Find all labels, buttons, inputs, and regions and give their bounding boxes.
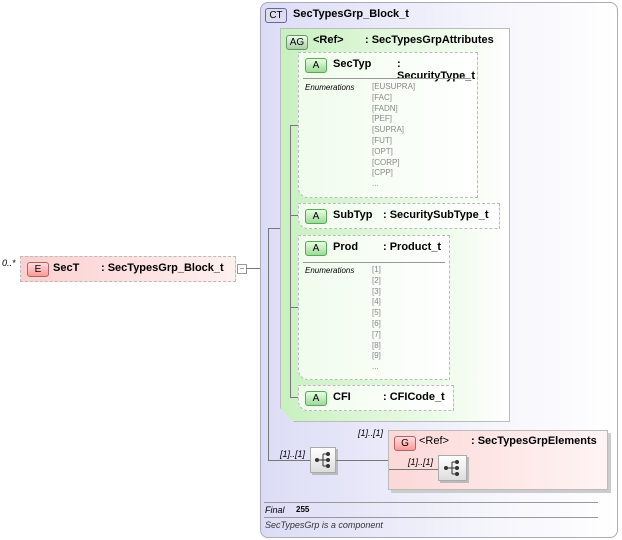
enum-value: [PEF]: [372, 114, 393, 124]
element-name: SecT: [53, 262, 80, 274]
attribute-type: : CFICode_t: [383, 391, 445, 403]
enum-value: [1]: [372, 265, 381, 274]
enum-value: [5]: [372, 308, 381, 318]
sequence-icon: [315, 452, 330, 468]
enum-value: [FADN]: [372, 103, 398, 113]
sequence-multiplicity: [1]..[1]: [280, 449, 306, 459]
group-multiplicity: [1]..[1]: [358, 428, 384, 438]
enum-value: ...: [372, 179, 379, 189]
connector: [290, 125, 298, 126]
ag-type: : SecTypesGrpAttributes: [365, 34, 494, 46]
connector: [389, 469, 438, 470]
enum-value: [7]: [372, 329, 381, 339]
divider: [303, 78, 471, 79]
enum-value: [EUSUPRA]: [372, 82, 416, 91]
divider: [264, 517, 598, 518]
element-badge: E: [27, 262, 49, 277]
enum-value: [6]: [372, 318, 381, 328]
attribute-prod[interactable]: A Prod : Product_t Enumerations [1] [2] …: [298, 235, 450, 380]
group-box[interactable]: G <Ref> : SecTypesGrpElements [1]..[1]: [388, 430, 608, 490]
enumeration-list: [EUSUPRA] [FAC] [FADN] [PEF] [SUPRA] [FU…: [372, 82, 415, 190]
attribute-name: Prod: [333, 241, 359, 253]
attribute-badge: A: [305, 58, 327, 73]
group-type: : SecTypesGrpElements: [471, 435, 597, 447]
element-multiplicity: 0..*: [2, 258, 16, 268]
enum-value: [9]: [372, 351, 381, 361]
attribute-name: SubTyp: [333, 209, 373, 221]
attribute-badge: A: [305, 241, 327, 256]
enumeration-list: [1] [2] [3] [4] [5] [6] [7] [8] [9] ...: [372, 265, 381, 373]
attribute-name: SecTyp: [333, 58, 372, 70]
enum-value: [FAC]: [372, 92, 393, 102]
enum-value: [SUPRA]: [372, 125, 405, 135]
enum-value: [2]: [372, 275, 381, 285]
enum-value: ...: [372, 362, 379, 372]
enum-value: [CPP]: [372, 168, 393, 178]
attribute-cfi[interactable]: A CFI : CFICode_t: [298, 385, 454, 411]
attribute-subtyp[interactable]: A SubTyp : SecuritySubType_t: [298, 203, 500, 229]
ct-name: SecTypesGrp_Block_t: [293, 8, 409, 20]
divider: [264, 502, 598, 503]
ct-badge: CT: [265, 8, 287, 23]
final-value: 255: [296, 505, 310, 514]
group-name: <Ref>: [419, 435, 449, 447]
component-note: SecTypesGrp is a component: [265, 520, 383, 530]
ag-badge: AG: [286, 35, 308, 50]
enum-value: [4]: [372, 297, 381, 307]
connector: [336, 460, 388, 461]
attribute-sectyp[interactable]: A SecTyp : SecurityType_t Enumerations […: [298, 52, 478, 198]
connector: [268, 460, 310, 461]
enumerations-label: Enumerations: [305, 266, 355, 275]
final-label: Final: [265, 505, 285, 515]
attribute-name: CFI: [333, 391, 351, 403]
connector: [268, 228, 269, 460]
sequence-box[interactable]: [310, 447, 336, 473]
connector: [290, 397, 298, 398]
group-badge: G: [394, 436, 416, 451]
sequence-icon: [444, 460, 459, 476]
enum-value: [3]: [372, 286, 381, 296]
enum-value: [CORP]: [372, 157, 400, 167]
enum-value: [FUT]: [372, 135, 392, 145]
ag-name: <Ref>: [313, 34, 344, 46]
attribute-badge: A: [305, 209, 327, 224]
connector: [290, 307, 298, 308]
collapse-button[interactable]: −: [237, 264, 247, 274]
enumerations-label: Enumerations: [305, 83, 355, 92]
divider: [303, 262, 445, 263]
connector: [290, 125, 291, 397]
attribute-type: : SecuritySubType_t: [383, 209, 489, 221]
enum-value: [8]: [372, 340, 381, 350]
enum-value: [OPT]: [372, 146, 393, 156]
group-inner-multiplicity: [1]..[1]: [408, 457, 434, 467]
element-type: : SecTypesGrp_Block_t: [101, 262, 224, 274]
group-sequence-box[interactable]: [438, 455, 467, 481]
connector: [290, 215, 298, 216]
attribute-badge: A: [305, 391, 327, 406]
element-sect[interactable]: E SecT : SecTypesGrp_Block_t: [20, 256, 236, 282]
attribute-type: : Product_t: [383, 241, 442, 253]
connector: [246, 268, 260, 269]
